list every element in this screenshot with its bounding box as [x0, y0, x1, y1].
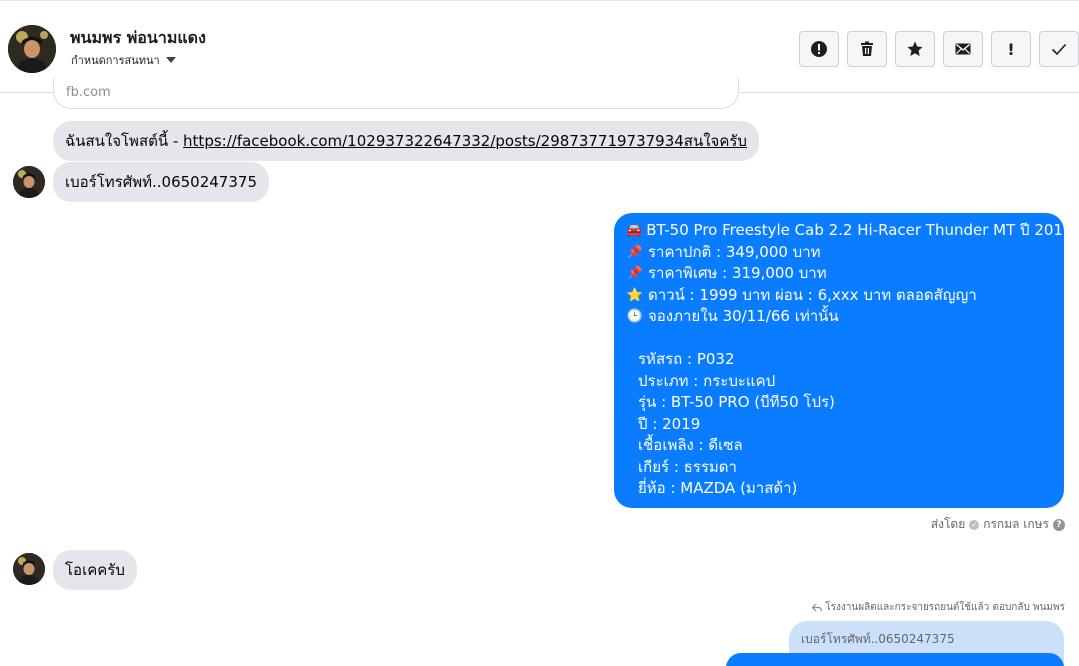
outgoing-message-car-offer: 🚘 BT-50 Pro Freestyle Cab 2.2 Hi-Racer Th…: [614, 213, 1073, 508]
outgoing-reply-message: [726, 653, 1064, 666]
emoji-icon: 🚘: [626, 223, 643, 238]
check-circle-icon: ✓: [969, 519, 980, 530]
offer-line: 📌 ราคาปกติ : 349,000 บาท: [626, 242, 1052, 264]
offer-detail-line: ประเภท : กระบะแคป: [638, 371, 776, 390]
emoji-icon: 📌: [626, 244, 644, 260]
checkmark-icon: [1051, 43, 1067, 56]
offer-line-text: ราคาปกติ : 349,000 บาท: [648, 242, 821, 261]
offer-detail-line: เกียร์ : ธรรมดา: [638, 457, 737, 476]
sent-by-label: ส่งโดย: [930, 517, 966, 531]
previous-link-card[interactable]: [53, 78, 739, 109]
chevron-down-icon: [165, 57, 176, 63]
reply-context-text: โรงงานผลิตและกระจายรถยนต์ใช้แล้ว ตอบกลับ…: [825, 602, 1065, 613]
sender-name[interactable]: กรกมล เกษร: [983, 515, 1049, 534]
offer-detail-line: ปี : 2019: [638, 414, 701, 433]
conversation-toolbar: !: [799, 31, 1079, 67]
mark-done-button[interactable]: [1039, 31, 1079, 67]
offer-detail-line: ยี่ห้อ : MAZDA (มาสด้า): [638, 479, 798, 497]
offer-line: ⭐ ดาวน์ : 1999 บาท ผ่อน : 6,xxx บาท ตลอดส…: [626, 285, 1052, 307]
post-link[interactable]: https://facebook.com/102937322647332/pos…: [183, 132, 747, 150]
reply-arrow-icon: [812, 603, 823, 612]
offer-detail-line: รุ่น : BT-50 PRO (บีที50 โปร): [638, 393, 835, 411]
delete-button[interactable]: [847, 31, 887, 67]
reply-context: โรงงานผลิตและกระจายรถยนต์ใช้แล้ว ตอบกลับ…: [812, 600, 1065, 615]
offer-line: 📌 ราคาพิเศษ : 319,000 บาท: [626, 263, 1052, 285]
offer-line-text: ราคาพิเศษ : 319,000 บาท: [648, 264, 827, 282]
star-button[interactable]: [895, 31, 935, 67]
offer-detail-line: รหัสรถ : P032: [638, 350, 735, 368]
emoji-icon: 📌: [626, 266, 644, 281]
offer-detail-line: เชื้อเพลิง : ดีเซล: [638, 436, 743, 454]
incoming-message-post-link: ฉันสนใจโพสต์นี้ - https://facebook.com/1…: [53, 121, 759, 161]
sent-by-info: ส่งโดย ✓ กรกมล เกษร ?: [931, 515, 1065, 534]
incoming-message-phone: เบอร์โทรศัพท์..0650247375: [53, 162, 269, 202]
emoji-icon: 🕒: [626, 309, 644, 324]
alert-circle-icon: [811, 41, 827, 57]
emoji-icon: ⭐: [626, 287, 644, 303]
offer-line: 🚘 BT-50 Pro Freestyle Cab 2.2 Hi-Racer Th…: [626, 220, 1073, 242]
follow-up-button[interactable]: !: [991, 31, 1031, 67]
contact-avatar[interactable]: [8, 25, 56, 73]
exclamation-icon: !: [1007, 39, 1015, 59]
mark-spam-button[interactable]: [799, 31, 839, 67]
assign-conversation-dropdown[interactable]: กำหนดการสนทนา: [71, 51, 176, 69]
quoted-text: เบอร์โทรศัพท์..0650247375: [801, 632, 955, 646]
contact-name[interactable]: พนมพร พ่อนามแดง: [70, 26, 206, 51]
mark-unread-button[interactable]: [943, 31, 983, 67]
star-icon: [907, 41, 923, 56]
assign-label: กำหนดการสนทนา: [71, 54, 160, 67]
offer-line-text: จองภายใน 30/11/66 เท่านั้น: [648, 307, 839, 325]
offer-line: 🕒 จองภายใน 30/11/66 เท่านั้น: [626, 306, 1052, 328]
contact-avatar-small[interactable]: [13, 553, 45, 585]
contact-avatar-small[interactable]: [13, 166, 45, 198]
trash-icon: [861, 41, 873, 56]
link-card-domain: fb.com: [66, 85, 111, 100]
envelope-icon: [955, 43, 971, 55]
offer-line-text: BT-50 Pro Freestyle Cab 2.2 Hi-Racer Thu…: [646, 221, 1073, 239]
offer-line-text: ดาวน์ : 1999 บาท ผ่อน : 6,xxx บาท ตลอดสั…: [648, 285, 977, 304]
help-icon[interactable]: ?: [1053, 518, 1065, 531]
message-text: ฉันสนใจโพสต์นี้ -: [65, 132, 184, 150]
incoming-message-ok: โอเคครับ: [53, 550, 137, 590]
